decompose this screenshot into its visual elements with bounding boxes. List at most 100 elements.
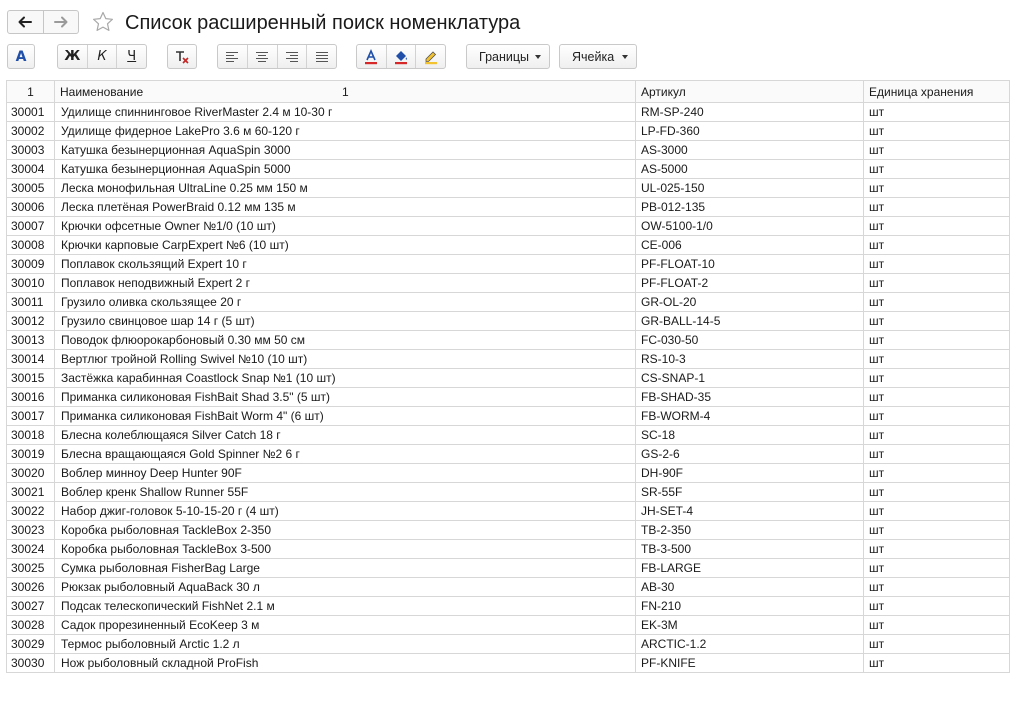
row-sku-cell[interactable]: PF-KNIFE: [635, 653, 864, 673]
row-unit-cell[interactable]: шт: [863, 406, 1010, 426]
align-justify-button[interactable]: [306, 45, 336, 68]
row-code-cell[interactable]: 30022: [6, 501, 55, 521]
table-row[interactable]: 30004 Катушка безынерционная AquaSpin 500…: [6, 159, 1010, 179]
clear-formatting-button[interactable]: [167, 44, 197, 69]
row-unit-cell[interactable]: шт: [863, 463, 1010, 483]
table-row[interactable]: 30022 Набор джиг-головок 5-10-15-20 г (4 …: [6, 501, 1010, 521]
cell-dropdown[interactable]: Ячейка: [559, 44, 637, 69]
row-unit-cell[interactable]: шт: [863, 178, 1010, 198]
row-sku-cell[interactable]: FB-SHAD-35: [635, 387, 864, 407]
table-row[interactable]: 30012 Грузило свинцовое шар 14 г (5 шт) GR…: [6, 311, 1010, 331]
row-name-cell[interactable]: Нож рыболовный складной ProFish: [54, 653, 636, 673]
table-row[interactable]: 30021 Воблер кренк Shallow Runner 55F SR-5…: [6, 482, 1010, 502]
row-code-cell[interactable]: 30029: [6, 634, 55, 654]
row-code-cell[interactable]: 30019: [6, 444, 55, 464]
table-row[interactable]: 30011 Грузило оливка скользящее 20 г GR-OL…: [6, 292, 1010, 312]
row-unit-cell[interactable]: шт: [863, 292, 1010, 312]
header-sku[interactable]: Артикул: [635, 80, 864, 103]
table-row[interactable]: 30014 Вертлюг тройной Rolling Swivel №10 …: [6, 349, 1010, 369]
favorite-star-button[interactable]: [91, 10, 115, 34]
table-row[interactable]: 30017 Приманка силиконовая FishBait Worm …: [6, 406, 1010, 426]
row-code-cell[interactable]: 30026: [6, 577, 55, 597]
row-name-cell[interactable]: Поплавок скользящий Expert 10 г: [54, 254, 636, 274]
row-name-cell[interactable]: Удилище фидерное LakePro 3.6 м 60-120 г: [54, 121, 636, 141]
row-sku-cell[interactable]: UL-025-150: [635, 178, 864, 198]
row-name-cell[interactable]: Набор джиг-головок 5-10-15-20 г (4 шт): [54, 501, 636, 521]
row-unit-cell[interactable]: шт: [863, 349, 1010, 369]
row-name-cell[interactable]: Грузило оливка скользящее 20 г: [54, 292, 636, 312]
row-name-cell[interactable]: Воблер минноу Deep Hunter 90F: [54, 463, 636, 483]
row-sku-cell[interactable]: RM-SP-240: [635, 102, 864, 122]
row-code-cell[interactable]: 30002: [6, 121, 55, 141]
fill-color-button[interactable]: [385, 45, 416, 68]
table-row[interactable]: 30001 Удилище спиннинговое RiverMaster 2.…: [6, 102, 1010, 122]
row-name-cell[interactable]: Леска монофильная UltraLine 0.25 мм 150 …: [54, 178, 636, 198]
row-unit-cell[interactable]: шт: [863, 634, 1010, 654]
row-name-cell[interactable]: Удилище спиннинговое RiverMaster 2.4 м 1…: [54, 102, 636, 122]
table-row[interactable]: 30002 Удилище фидерное LakePro 3.6 м 60-1…: [6, 121, 1010, 141]
row-sku-cell[interactable]: JH-SET-4: [635, 501, 864, 521]
row-code-cell[interactable]: 30003: [6, 140, 55, 160]
row-sku-cell[interactable]: PF-FLOAT-10: [635, 254, 864, 274]
row-code-cell[interactable]: 30011: [6, 292, 55, 312]
row-code-cell[interactable]: 30028: [6, 615, 55, 635]
row-sku-cell[interactable]: RS-10-3: [635, 349, 864, 369]
row-sku-cell[interactable]: AB-30: [635, 577, 864, 597]
row-name-cell[interactable]: Сумка рыболовная FisherBag Large: [54, 558, 636, 578]
row-unit-cell[interactable]: шт: [863, 216, 1010, 236]
bold-button[interactable]: Ж: [58, 45, 87, 68]
table-row[interactable]: 30018 Блесна колеблющаяся Silver Catch 18…: [6, 425, 1010, 445]
row-code-cell[interactable]: 30008: [6, 235, 55, 255]
row-code-cell[interactable]: 30014: [6, 349, 55, 369]
row-unit-cell[interactable]: шт: [863, 482, 1010, 502]
row-unit-cell[interactable]: шт: [863, 121, 1010, 141]
table-row[interactable]: 30019 Блесна вращающаяся Gold Spinner №2 …: [6, 444, 1010, 464]
row-sku-cell[interactable]: SC-18: [635, 425, 864, 445]
row-sku-cell[interactable]: LP-FD-360: [635, 121, 864, 141]
row-code-cell[interactable]: 30013: [6, 330, 55, 350]
row-sku-cell[interactable]: FB-LARGE: [635, 558, 864, 578]
row-name-cell[interactable]: Вертлюг тройной Rolling Swivel №10 (10 ш…: [54, 349, 636, 369]
row-sku-cell[interactable]: AS-3000: [635, 140, 864, 160]
row-name-cell[interactable]: Блесна колеблющаяся Silver Catch 18 г: [54, 425, 636, 445]
row-unit-cell[interactable]: шт: [863, 102, 1010, 122]
forward-button[interactable]: [42, 11, 79, 33]
row-name-cell[interactable]: Леска плетёная PowerBraid 0.12 мм 135 м: [54, 197, 636, 217]
row-name-cell[interactable]: Грузило свинцовое шар 14 г (5 шт): [54, 311, 636, 331]
row-name-cell[interactable]: Воблер кренк Shallow Runner 55F: [54, 482, 636, 502]
row-code-cell[interactable]: 30016: [6, 387, 55, 407]
row-name-cell[interactable]: Застёжка карабинная Coastlock Snap №1 (1…: [54, 368, 636, 388]
row-sku-cell[interactable]: TB-3-500: [635, 539, 864, 559]
row-code-cell[interactable]: 30009: [6, 254, 55, 274]
row-name-cell[interactable]: Подсак телескопический FishNet 2.1 м: [54, 596, 636, 616]
row-unit-cell[interactable]: шт: [863, 653, 1010, 673]
row-sku-cell[interactable]: FC-030-50: [635, 330, 864, 350]
row-unit-cell[interactable]: шт: [863, 140, 1010, 160]
table-row[interactable]: 30024 Коробка рыболовная TackleBox 3-500 T…: [6, 539, 1010, 559]
row-name-cell[interactable]: Садок прорезиненный EcoKeep 3 м: [54, 615, 636, 635]
row-unit-cell[interactable]: шт: [863, 539, 1010, 559]
row-name-cell[interactable]: Поплавок неподвижный Expert 2 г: [54, 273, 636, 293]
row-name-cell[interactable]: Термос рыболовный Arctic 1.2 л: [54, 634, 636, 654]
row-sku-cell[interactable]: FN-210: [635, 596, 864, 616]
row-code-cell[interactable]: 30018: [6, 425, 55, 445]
align-right-button[interactable]: [276, 45, 307, 68]
row-name-cell[interactable]: Катушка безынерционная AquaSpin 5000: [54, 159, 636, 179]
row-unit-cell[interactable]: шт: [863, 615, 1010, 635]
row-code-cell[interactable]: 30006: [6, 197, 55, 217]
row-code-cell[interactable]: 30010: [6, 273, 55, 293]
underline-button[interactable]: Ч: [116, 45, 146, 68]
row-code-cell[interactable]: 30024: [6, 539, 55, 559]
row-sku-cell[interactable]: PF-FLOAT-2: [635, 273, 864, 293]
row-code-cell[interactable]: 30012: [6, 311, 55, 331]
borders-dropdown[interactable]: Границы: [466, 44, 550, 69]
table-row[interactable]: 30023 Коробка рыболовная TackleBox 2-350 T…: [6, 520, 1010, 540]
row-sku-cell[interactable]: CS-SNAP-1: [635, 368, 864, 388]
row-code-cell[interactable]: 30015: [6, 368, 55, 388]
align-center-button[interactable]: [246, 45, 277, 68]
row-sku-cell[interactable]: OW-5100-1/0: [635, 216, 864, 236]
row-unit-cell[interactable]: шт: [863, 558, 1010, 578]
row-unit-cell[interactable]: шт: [863, 444, 1010, 464]
row-code-cell[interactable]: 30027: [6, 596, 55, 616]
row-code-cell[interactable]: 30007: [6, 216, 55, 236]
